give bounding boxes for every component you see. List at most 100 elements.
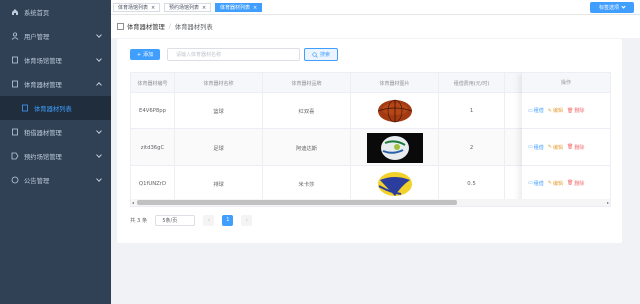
col-brand: 体育器材品牌 — [263, 73, 351, 93]
close-icon[interactable]: × — [202, 5, 206, 11]
document-icon — [11, 56, 19, 64]
edit-button[interactable]: ✎ 编辑 — [548, 144, 563, 151]
chevron-down-icon — [621, 4, 626, 9]
tab-equipment-list[interactable]: 体育器材列表 × — [215, 3, 263, 12]
edit-label: 编辑 — [552, 108, 563, 114]
sidebar-item-equipment-list[interactable]: 体育器材列表 — [0, 96, 111, 120]
delete-button[interactable]: 🗑 删除 — [567, 180, 584, 187]
add-button-label: 添加 — [143, 52, 154, 58]
trash-icon: 🗑 — [566, 107, 574, 114]
football-image[interactable] — [366, 132, 423, 163]
trash-icon: 🗑 — [566, 144, 574, 150]
sidebar-item-label: 系统首页 — [24, 9, 50, 17]
sidebar-item-label: 预约场馆管理 — [24, 153, 62, 161]
page-size-value: 5条/页 — [162, 217, 178, 224]
breadcrumb-icon — [117, 23, 124, 30]
scroll-thumb[interactable] — [137, 200, 457, 205]
edit-icon: ✎ — [547, 180, 552, 186]
edit-icon: ✎ — [547, 144, 552, 150]
tab-options-button[interactable]: 标签选项 — [590, 2, 634, 13]
view-icon: ▭ — [528, 144, 533, 150]
cell-image — [351, 93, 439, 129]
horizontal-scrollbar[interactable]: ◂ ▸ — [131, 199, 610, 206]
search-icon — [312, 51, 318, 58]
delete-label: 删除 — [574, 108, 585, 114]
content-card: + 添加 请输入体育器材名称 搜索 体育器材编号 体育器材名称 体育器材品牌 体育… — [117, 39, 622, 243]
delete-label: 删除 — [574, 180, 585, 187]
sidebar-item-equipment[interactable]: 体育器材管理 — [0, 72, 111, 96]
row-actions: ▭ 租借 ✎ 编辑 🗑 删除 — [522, 129, 610, 166]
col-id: 体育器材编号 — [131, 73, 175, 93]
col-fee: 租借费用(元/时) — [439, 73, 505, 93]
document-icon — [11, 128, 19, 136]
search-button[interactable]: 搜索 — [304, 48, 338, 61]
document-icon — [11, 80, 19, 88]
row-actions: ▭ 租借 ✎ 编辑 🗑 删除 — [522, 166, 610, 201]
tab-label: 预约场馆列表 — [169, 5, 200, 11]
rent-button[interactable]: ▭ 租借 — [528, 107, 544, 115]
edit-button[interactable]: ✎ 编辑 — [548, 180, 563, 187]
delete-button[interactable]: 🗑 删除 — [567, 144, 584, 151]
breadcrumb: 体育器材管理 / 体育器材列表 — [111, 15, 640, 38]
page-size-select[interactable]: 5条/页 — [155, 214, 196, 226]
view-icon: ▭ — [528, 180, 533, 186]
pagination: 共 3 条 5条/页 ‹ 1 › — [130, 214, 253, 226]
tab-label: 体育场馆列表 — [118, 5, 149, 11]
delete-button[interactable]: 🗑 删除 — [566, 107, 585, 115]
cell-name: 排球 — [175, 166, 263, 201]
cell-fee: 0.5 — [439, 166, 505, 201]
sidebar-item-label: 体育场馆管理 — [24, 57, 62, 65]
sidebar-item-users[interactable]: 用户管理 — [0, 24, 111, 48]
user-icon — [11, 32, 19, 40]
breadcrumb-root[interactable]: 体育器材管理 — [127, 22, 165, 31]
delete-label: 删除 — [574, 144, 585, 151]
cell-id: Q1fUNZrD — [131, 166, 175, 201]
col-image: 体育器材图片 — [351, 73, 439, 93]
home-icon — [11, 8, 19, 16]
tag-icon — [11, 152, 19, 160]
tab-venue-list[interactable]: 体育场馆列表 × — [113, 3, 161, 12]
col-actions: 操作 — [522, 73, 610, 93]
sidebar-item-label: 租借器材管理 — [24, 129, 62, 137]
scroll-right-icon[interactable]: ▸ — [607, 200, 609, 205]
sidebar-item-home[interactable]: 系统首页 — [0, 0, 111, 24]
chevron-up-icon — [96, 82, 102, 88]
cell-id: E4V6P8pp — [131, 93, 175, 129]
add-button[interactable]: + 添加 — [130, 49, 160, 60]
close-icon[interactable]: × — [253, 5, 257, 11]
sidebar: 系统首页 用户管理 体育场馆管理 体育器材管理 体育器材列表 租借器材管理 预约… — [0, 0, 111, 304]
volleyball-image[interactable] — [366, 169, 423, 198]
cell-name: 篮球 — [175, 93, 263, 129]
cell-image — [351, 166, 439, 201]
edit-label: 编辑 — [552, 180, 563, 187]
sidebar-item-label: 体育器材列表 — [34, 105, 72, 113]
cell-fee: 2 — [439, 129, 505, 166]
close-icon[interactable]: × — [151, 5, 155, 11]
actions-column: 操作 ▭ 租借 ✎ 编辑 🗑 删除 ▭ 租借 ✎ 编辑 🗑 删除 ▭ 租借 ✎ 编辑 🗑 删除 — [522, 73, 610, 206]
basketball-image[interactable] — [366, 97, 423, 125]
edit-button[interactable]: ✎ 编辑 — [547, 107, 563, 115]
sidebar-item-bookings[interactable]: 预约场馆管理 — [0, 144, 111, 168]
tags-view: 体育场馆列表 × 预约场馆列表 × 体育器材列表 × 标签选项 — [111, 0, 640, 15]
sidebar-item-venues[interactable]: 体育场馆管理 — [0, 48, 111, 72]
search-input[interactable]: 请输入体育器材名称 — [167, 48, 300, 61]
plus-icon: + — [136, 51, 142, 58]
sidebar-item-rentals[interactable]: 租借器材管理 — [0, 120, 111, 144]
next-page-button[interactable]: › — [241, 214, 253, 226]
scroll-left-icon[interactable]: ◂ — [132, 200, 134, 205]
chevron-down-icon — [96, 176, 102, 182]
sidebar-item-notices[interactable]: 公告管理 — [0, 168, 111, 192]
tab-label: 体育器材列表 — [220, 5, 251, 11]
chevron-down-icon — [96, 32, 102, 38]
page-number[interactable]: 1 — [222, 214, 234, 226]
prev-page-button[interactable]: ‹ — [203, 214, 215, 226]
edit-icon: ✎ — [547, 107, 552, 114]
tab-booking-list[interactable]: 预约场馆列表 × — [164, 3, 212, 12]
page-edge — [632, 38, 640, 304]
chevron-down-icon — [96, 128, 102, 134]
edit-label: 编辑 — [552, 144, 563, 151]
search-button-label: 搜索 — [319, 52, 330, 58]
rent-button[interactable]: ▭ 租借 — [528, 180, 544, 187]
rent-button[interactable]: ▭ 租借 — [528, 144, 544, 151]
document-icon — [21, 104, 29, 112]
